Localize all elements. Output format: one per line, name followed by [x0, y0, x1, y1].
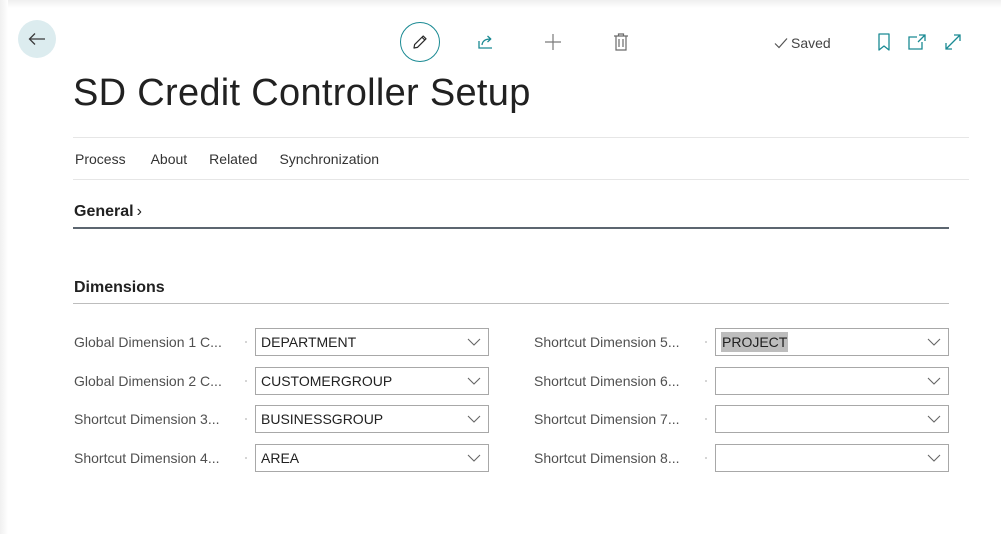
field-label: Shortcut Dimension 5...	[534, 334, 680, 350]
section-general-header[interactable]: General ›	[74, 203, 142, 221]
field-dot	[705, 418, 707, 420]
delete-button[interactable]	[609, 30, 633, 54]
chevron-down-icon	[467, 377, 481, 385]
field-label: Global Dimension 1 C...	[74, 334, 222, 350]
field-label: Shortcut Dimension 7...	[534, 411, 680, 427]
section-dimensions-header: Dimensions	[74, 279, 165, 297]
field-shortcut-dimension-4: Shortcut Dimension 4... AREA	[74, 444, 490, 472]
menu-item-synchronization[interactable]: Synchronization	[279, 151, 379, 167]
field-shortcut-dimension-5: Shortcut Dimension 5... PROJECT	[534, 328, 950, 356]
page-title: SD Credit Controller Setup	[73, 72, 531, 114]
saved-label: Saved	[791, 35, 831, 51]
open-in-new-window-button[interactable]	[905, 30, 929, 54]
field-dot	[245, 380, 247, 382]
menu-item-related[interactable]: Related	[209, 151, 257, 167]
chevron-down-icon	[927, 454, 941, 462]
chevron-down-icon	[467, 338, 481, 346]
field-label: Shortcut Dimension 6...	[534, 373, 680, 389]
field-shortcut-dimension-3: Shortcut Dimension 3... BUSINESSGROUP	[74, 405, 490, 433]
saved-status: Saved	[774, 32, 831, 54]
action-menu: Process About Related Synchronization	[75, 148, 401, 170]
field-value: BUSINESSGROUP	[261, 411, 384, 427]
chevron-right-icon: ›	[136, 203, 142, 220]
field-global-dimension-1: Global Dimension 1 C... DEPARTMENT	[74, 328, 490, 356]
menu-divider	[73, 179, 969, 180]
open-in-new-window-icon	[908, 34, 926, 50]
plus-icon	[545, 34, 561, 50]
field-dot	[245, 457, 247, 459]
toolbar: Saved	[0, 22, 1001, 62]
section-general-label: General	[74, 203, 134, 220]
chevron-down-icon	[927, 338, 941, 346]
top-shadow	[0, 0, 1001, 8]
edit-button[interactable]	[400, 22, 440, 62]
chevron-down-icon	[467, 454, 481, 462]
menu-item-process[interactable]: Process	[75, 151, 126, 167]
field-dot	[245, 341, 247, 343]
field-dot	[705, 341, 707, 343]
dimension-select[interactable]: BUSINESSGROUP	[255, 405, 489, 433]
chevron-down-icon	[927, 415, 941, 423]
field-value: AREA	[261, 450, 300, 466]
dimension-select[interactable]	[715, 367, 949, 395]
field-label: Global Dimension 2 C...	[74, 373, 222, 389]
section-general-underline	[73, 227, 949, 229]
section-dimensions-label: Dimensions	[74, 279, 165, 296]
field-shortcut-dimension-6: Shortcut Dimension 6...	[534, 367, 950, 395]
field-value: PROJECT	[721, 332, 789, 352]
field-dot	[705, 380, 707, 382]
bookmark-icon	[878, 33, 890, 51]
trash-icon	[614, 33, 628, 51]
section-dimensions-underline	[73, 303, 949, 304]
field-dot	[705, 457, 707, 459]
left-strip	[0, 0, 8, 534]
share-button[interactable]	[474, 30, 498, 54]
field-label: Shortcut Dimension 4...	[74, 450, 220, 466]
menu-item-about[interactable]: About	[151, 151, 188, 167]
field-dot	[245, 418, 247, 420]
field-shortcut-dimension-8: Shortcut Dimension 8...	[534, 444, 950, 472]
field-shortcut-dimension-7: Shortcut Dimension 7...	[534, 405, 950, 433]
add-button[interactable]	[541, 30, 565, 54]
share-icon	[478, 35, 492, 49]
field-label: Shortcut Dimension 8...	[534, 450, 680, 466]
field-global-dimension-2: Global Dimension 2 C... CUSTOMERGROUP	[74, 367, 490, 395]
check-icon	[774, 38, 788, 49]
field-value: CUSTOMERGROUP	[261, 373, 393, 389]
dimension-select[interactable]: AREA	[255, 444, 489, 472]
page: Saved SD Credit Controller Setup Process…	[0, 0, 1001, 534]
chevron-down-icon	[467, 415, 481, 423]
expand-button[interactable]	[941, 30, 965, 54]
dimension-select[interactable]: PROJECT	[715, 328, 949, 356]
dimension-select[interactable]	[715, 444, 949, 472]
bookmark-button[interactable]	[873, 30, 895, 54]
dimension-select[interactable]: CUSTOMERGROUP	[255, 367, 489, 395]
field-label: Shortcut Dimension 3...	[74, 411, 220, 427]
expand-icon	[945, 34, 961, 50]
field-value: DEPARTMENT	[261, 334, 357, 350]
chevron-down-icon	[927, 377, 941, 385]
dimension-select[interactable]: DEPARTMENT	[255, 328, 489, 356]
title-divider	[73, 137, 969, 138]
pencil-icon	[413, 35, 427, 49]
dimension-select[interactable]	[715, 405, 949, 433]
